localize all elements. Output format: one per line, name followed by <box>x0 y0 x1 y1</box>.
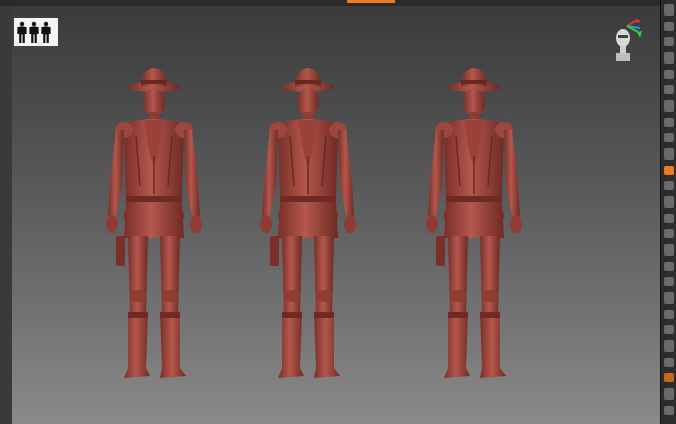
polyf-icon[interactable] <box>664 325 674 334</box>
ghost-icon[interactable] <box>664 277 674 286</box>
xyz-icon[interactable] <box>664 148 674 160</box>
rotate-icon[interactable] <box>664 70 674 79</box>
actual-icon[interactable] <box>664 373 674 382</box>
figure-front-left[interactable] <box>105 67 203 379</box>
scale-icon[interactable] <box>664 52 674 64</box>
poly-icon[interactable] <box>664 229 674 238</box>
3d-viewport[interactable] <box>12 6 660 424</box>
scroll-icon[interactable] <box>664 358 674 367</box>
active-tab-indicator[interactable] <box>347 0 395 3</box>
right-shelf <box>660 0 676 424</box>
zoom-icon[interactable] <box>664 340 674 352</box>
local-icon[interactable] <box>664 133 674 142</box>
lightbox-icon[interactable] <box>664 406 674 415</box>
aahalf-icon[interactable] <box>664 388 674 400</box>
active-tool-icon[interactable] <box>664 166 674 175</box>
figures-scene[interactable] <box>12 6 660 424</box>
transp-icon[interactable] <box>664 244 674 256</box>
persp-icon[interactable] <box>664 100 674 112</box>
move-icon[interactable] <box>664 37 674 46</box>
left-tray[interactable] <box>0 6 12 424</box>
zbrush-window <box>0 0 676 424</box>
solo-icon[interactable] <box>664 262 674 271</box>
sym-icon[interactable] <box>664 181 674 190</box>
edit-icon[interactable] <box>664 214 674 223</box>
frame-icon[interactable] <box>664 85 674 94</box>
xpose-icon[interactable] <box>664 292 674 304</box>
dynamic-icon[interactable] <box>664 310 674 319</box>
sphere-icon[interactable] <box>664 4 674 16</box>
figure-back[interactable] <box>425 67 523 379</box>
brush-icon[interactable] <box>664 22 674 31</box>
draw-icon[interactable] <box>664 196 674 208</box>
figure-front[interactable] <box>259 67 357 379</box>
floor-icon[interactable] <box>664 118 674 127</box>
